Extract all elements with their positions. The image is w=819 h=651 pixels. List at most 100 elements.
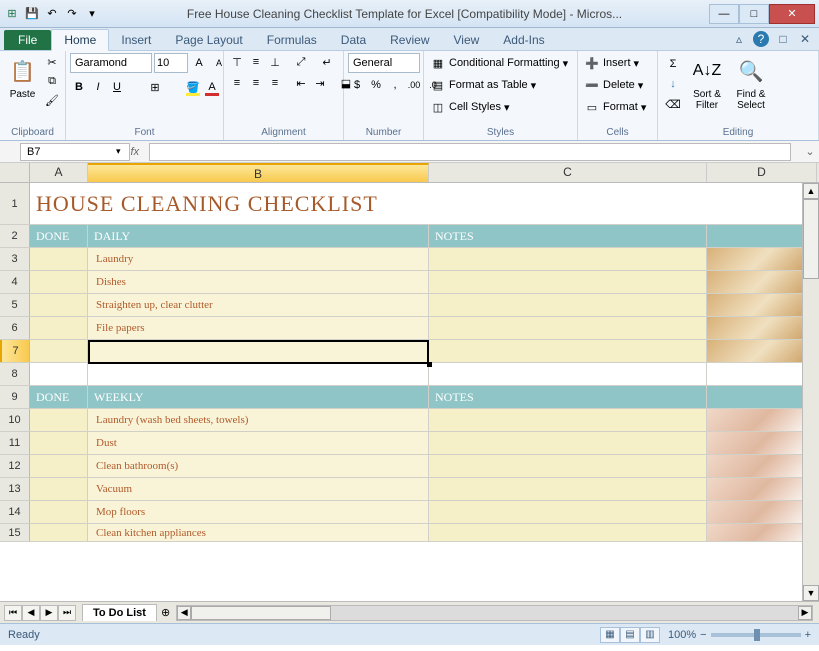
delete-cells-button[interactable]: ➖Delete▾ (582, 75, 645, 95)
align-middle-button[interactable]: ≡ (247, 53, 265, 71)
orientation-button[interactable]: ⤢ (292, 53, 310, 71)
close-button[interactable]: ✕ (769, 4, 815, 24)
active-cell[interactable] (88, 340, 429, 362)
qat-dropdown-icon[interactable]: ▾ (84, 6, 100, 22)
clear-button[interactable]: ⌫ (664, 95, 682, 113)
copy-button[interactable]: ⧉ (43, 72, 61, 90)
align-center-button[interactable]: ≡ (247, 74, 265, 92)
formula-bar: B7 ▾ fx ⌄ (0, 141, 819, 163)
italic-button[interactable]: I (89, 78, 107, 96)
format-as-table-button[interactable]: ▤Format as Table▾ (428, 75, 538, 95)
format-painter-button[interactable]: 🖌 (43, 91, 61, 109)
conditional-formatting-button[interactable]: ▦Conditional Formatting▾ (428, 53, 570, 73)
zoom-out-button[interactable]: − (700, 629, 706, 641)
tab-home[interactable]: Home (51, 29, 109, 51)
help-icon[interactable]: ? (753, 31, 769, 47)
delete-icon: ➖ (584, 77, 600, 93)
group-number: $ % , .00 .0 Number (344, 51, 424, 140)
tab-insert[interactable]: Insert (109, 30, 163, 50)
select-all-corner[interactable] (0, 163, 30, 182)
bold-button[interactable]: B (70, 78, 88, 96)
font-color-button[interactable]: A (203, 78, 221, 96)
page-layout-view-button[interactable]: ▤ (620, 627, 640, 643)
find-select-button[interactable]: 🔍 Find & Select (730, 53, 772, 113)
cellstyles-icon: ◫ (430, 99, 446, 115)
percent-button[interactable]: % (367, 76, 385, 94)
scroll-right-icon[interactable]: ▶ (798, 606, 812, 620)
window-restore-icon[interactable]: □ (775, 31, 791, 47)
normal-view-button[interactable]: ▦ (600, 627, 620, 643)
maximize-button[interactable]: □ (739, 4, 769, 24)
scroll-left-icon[interactable]: ◀ (177, 606, 191, 620)
align-bottom-button[interactable]: ⊥ (266, 53, 284, 71)
font-name-input[interactable] (70, 53, 152, 73)
vertical-scrollbar[interactable]: ▲ ▼ (802, 183, 819, 601)
horizontal-scrollbar[interactable]: ◀ ▶ (176, 605, 813, 621)
prev-sheet-button[interactable]: ◀ (22, 605, 40, 621)
first-sheet-button[interactable]: ⏮ (4, 605, 22, 621)
decrease-indent-button[interactable]: ⇤ (292, 74, 310, 92)
grow-font-button[interactable]: A (190, 54, 208, 72)
format-cells-button[interactable]: ▭Format▾ (582, 97, 648, 117)
scroll-up-icon[interactable]: ▲ (803, 183, 819, 199)
zoom-level[interactable]: 100% (668, 629, 696, 641)
zoom-slider[interactable] (711, 633, 801, 637)
hscroll-thumb[interactable] (191, 606, 331, 620)
minimize-button[interactable]: — (709, 4, 739, 24)
table-row: 3Laundry (0, 248, 819, 271)
col-head-b[interactable]: B (88, 163, 429, 182)
align-left-button[interactable]: ≡ (228, 74, 246, 92)
window-controls: — □ ✕ (709, 4, 815, 24)
selection-handle[interactable] (427, 362, 432, 367)
tab-view[interactable]: View (442, 30, 492, 50)
tab-review[interactable]: Review (378, 30, 441, 50)
namebox-dropdown-icon[interactable]: ▾ (116, 146, 121, 157)
align-right-button[interactable]: ≡ (266, 74, 284, 92)
tab-formulas[interactable]: Formulas (255, 30, 329, 50)
tab-addins[interactable]: Add-Ins (491, 30, 556, 50)
sheet-tab[interactable]: To Do List (82, 604, 157, 621)
page-break-view-button[interactable]: ▥ (640, 627, 660, 643)
increase-indent-button[interactable]: ⇥ (311, 74, 329, 92)
spreadsheet-grid[interactable]: A B C D 1 HOUSE CLEANING CHECKLIST 2 DON… (0, 163, 819, 601)
scroll-down-icon[interactable]: ▼ (803, 585, 819, 601)
scroll-thumb[interactable] (803, 199, 819, 279)
formula-expand-icon[interactable]: ⌄ (801, 145, 819, 158)
cut-button[interactable]: ✂ (43, 53, 61, 71)
name-box[interactable]: B7 (20, 143, 130, 161)
minimize-ribbon-icon[interactable]: ▵ (731, 31, 747, 47)
paste-button[interactable]: 📋 Paste (4, 53, 41, 102)
new-sheet-button[interactable]: ⊕ (161, 606, 170, 619)
window-close-small-icon[interactable]: ✕ (797, 31, 813, 47)
font-size-input[interactable] (154, 53, 188, 73)
number-format-input[interactable] (348, 53, 420, 73)
redo-icon[interactable]: ↷ (64, 6, 80, 22)
fill-color-button[interactable]: 🪣 (184, 78, 202, 96)
align-top-button[interactable]: ⊤ (228, 53, 246, 71)
comma-button[interactable]: , (386, 76, 404, 94)
fill-button[interactable]: ↓ (664, 75, 682, 93)
currency-button[interactable]: $ (348, 76, 366, 94)
next-sheet-button[interactable]: ▶ (40, 605, 58, 621)
col-head-a[interactable]: A (30, 163, 88, 182)
border-button[interactable]: ⊞ (146, 78, 164, 96)
cell-styles-button[interactable]: ◫Cell Styles▾ (428, 97, 512, 117)
zoom-in-button[interactable]: + (805, 629, 811, 641)
autosum-button[interactable]: Σ (664, 55, 682, 73)
underline-button[interactable]: U (108, 78, 126, 96)
file-tab[interactable]: File (4, 30, 51, 50)
tab-data[interactable]: Data (329, 30, 378, 50)
insert-cells-button[interactable]: ➕Insert▾ (582, 53, 641, 73)
col-head-c[interactable]: C (429, 163, 707, 182)
save-icon[interactable]: 💾 (24, 6, 40, 22)
fx-icon[interactable]: fx (131, 146, 140, 158)
increase-decimal-button[interactable]: .00 (405, 76, 423, 94)
col-head-d[interactable]: D (707, 163, 817, 182)
wrap-text-button[interactable]: ↵ (318, 53, 336, 71)
formula-input[interactable] (149, 143, 791, 161)
find-icon: 🔍 (735, 55, 767, 87)
sort-filter-button[interactable]: A↓Z Sort & Filter (686, 53, 728, 113)
undo-icon[interactable]: ↶ (44, 6, 60, 22)
tab-page-layout[interactable]: Page Layout (163, 30, 254, 50)
last-sheet-button[interactable]: ⏭ (58, 605, 76, 621)
